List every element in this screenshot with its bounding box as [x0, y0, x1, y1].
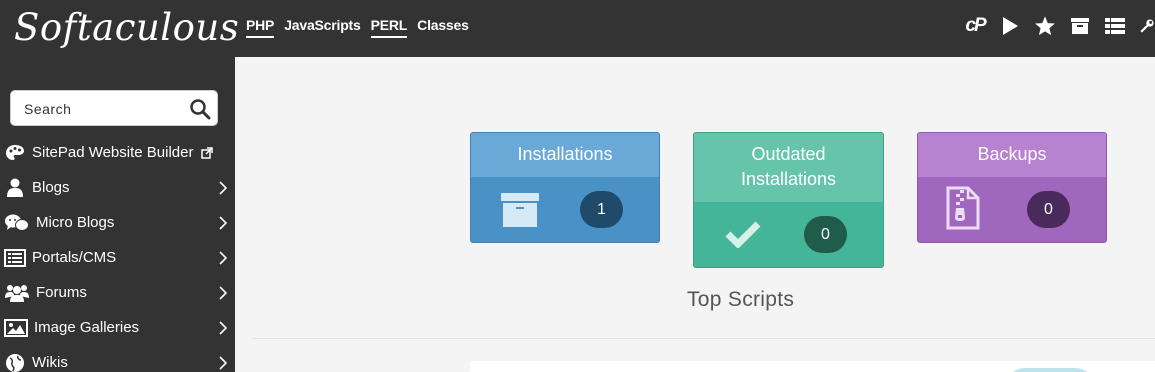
zip-file-icon [946, 186, 980, 230]
installations-card-body: 1 [471, 177, 659, 242]
backups-count-badge: 0 [1027, 191, 1070, 228]
chevron-right-icon [219, 216, 227, 230]
backups-card[interactable]: Backups 0 [917, 132, 1107, 243]
list-icon[interactable] [1104, 14, 1126, 38]
top-icon-bar: cP [964, 14, 1155, 38]
chevron-right-icon [219, 321, 227, 335]
sidebar-item-wikis[interactable]: Wikis [0, 345, 235, 372]
cpanel-icon[interactable]: cP [964, 14, 986, 38]
chevron-right-icon [219, 181, 227, 195]
top-scripts-heading: Top Scripts [687, 288, 795, 311]
star-icon[interactable] [1034, 14, 1056, 38]
outdated-title: Outdated Installations [694, 133, 883, 202]
backups-title: Backups [918, 133, 1106, 177]
search-box [10, 90, 218, 126]
globe-icon [4, 352, 26, 372]
top-navigation: PHP JavaScripts PERL Classes [246, 17, 469, 38]
outdated-title-line1: Outdated [751, 144, 826, 164]
installations-card[interactable]: Installations 1 [470, 132, 660, 243]
users-icon [4, 282, 30, 304]
nav-php[interactable]: PHP [246, 17, 274, 38]
chat-bubbles-icon [4, 212, 30, 234]
section-divider [252, 338, 1155, 339]
outdated-title-line2: Installations [740, 169, 837, 189]
sidebar-item-sitepad[interactable]: SitePad Website Builder [0, 135, 235, 170]
image-icon [4, 317, 28, 339]
nav-perl[interactable]: PERL [370, 17, 407, 38]
backups-card-body: 0 [918, 177, 1106, 242]
search-icon[interactable] [189, 98, 211, 120]
outdated-card-body: 0 [694, 202, 883, 267]
palette-icon [4, 142, 26, 164]
installations-count-badge: 1 [580, 191, 623, 228]
search-input[interactable] [24, 99, 184, 119]
check-icon [725, 221, 761, 248]
external-link-icon [201, 146, 214, 159]
nav-javascripts[interactable]: JavaScripts [284, 17, 361, 38]
sidebar-item-label: Portals/CMS [32, 249, 117, 266]
softaculous-logo[interactable]: Softaculous [4, 2, 239, 54]
outdated-count-badge: 0 [804, 216, 847, 253]
sidebar-item-forums[interactable]: Forums [0, 275, 235, 310]
logo-text: Softaculous [14, 6, 240, 49]
outdated-installations-card[interactable]: Outdated Installations 0 [693, 132, 884, 268]
nav-classes[interactable]: Classes [417, 17, 469, 38]
play-icon[interactable] [999, 14, 1021, 38]
sidebar-item-label: SitePad Website Builder [32, 144, 194, 161]
user-icon [4, 177, 26, 199]
installations-title: Installations [471, 133, 659, 177]
archive-icon [501, 193, 539, 227]
sidebar-item-image-galleries[interactable]: Image Galleries [0, 310, 235, 345]
sidebar-item-label: Micro Blogs [36, 214, 115, 231]
chevron-right-icon [219, 286, 227, 300]
top-bar: Softaculous PHP JavaScripts PERL Classes… [0, 0, 1155, 57]
sidebar-item-label: Forums [36, 284, 87, 301]
sidebar-item-label: Wikis [32, 354, 68, 371]
archive-icon[interactable] [1069, 14, 1091, 38]
sidebar-item-blogs[interactable]: Blogs [0, 170, 235, 205]
chevron-right-icon [219, 356, 227, 370]
main-content: Installations 1 Outdated Installations 0… [235, 57, 1155, 372]
sidebar-item-label: Image Galleries [34, 319, 140, 336]
wrench-icon[interactable] [1139, 14, 1155, 38]
chevron-right-icon [219, 251, 227, 265]
sidebar-item-portals-cms[interactable]: Portals/CMS [0, 240, 235, 275]
sidebar: SitePad Website Builder Blogs Micro Blog… [0, 57, 235, 372]
sidebar-item-label: Blogs [32, 179, 70, 196]
list-box-icon [4, 247, 26, 269]
sidebar-item-micro-blogs[interactable]: Micro Blogs [0, 205, 235, 240]
script-logo-circle [1005, 368, 1095, 372]
